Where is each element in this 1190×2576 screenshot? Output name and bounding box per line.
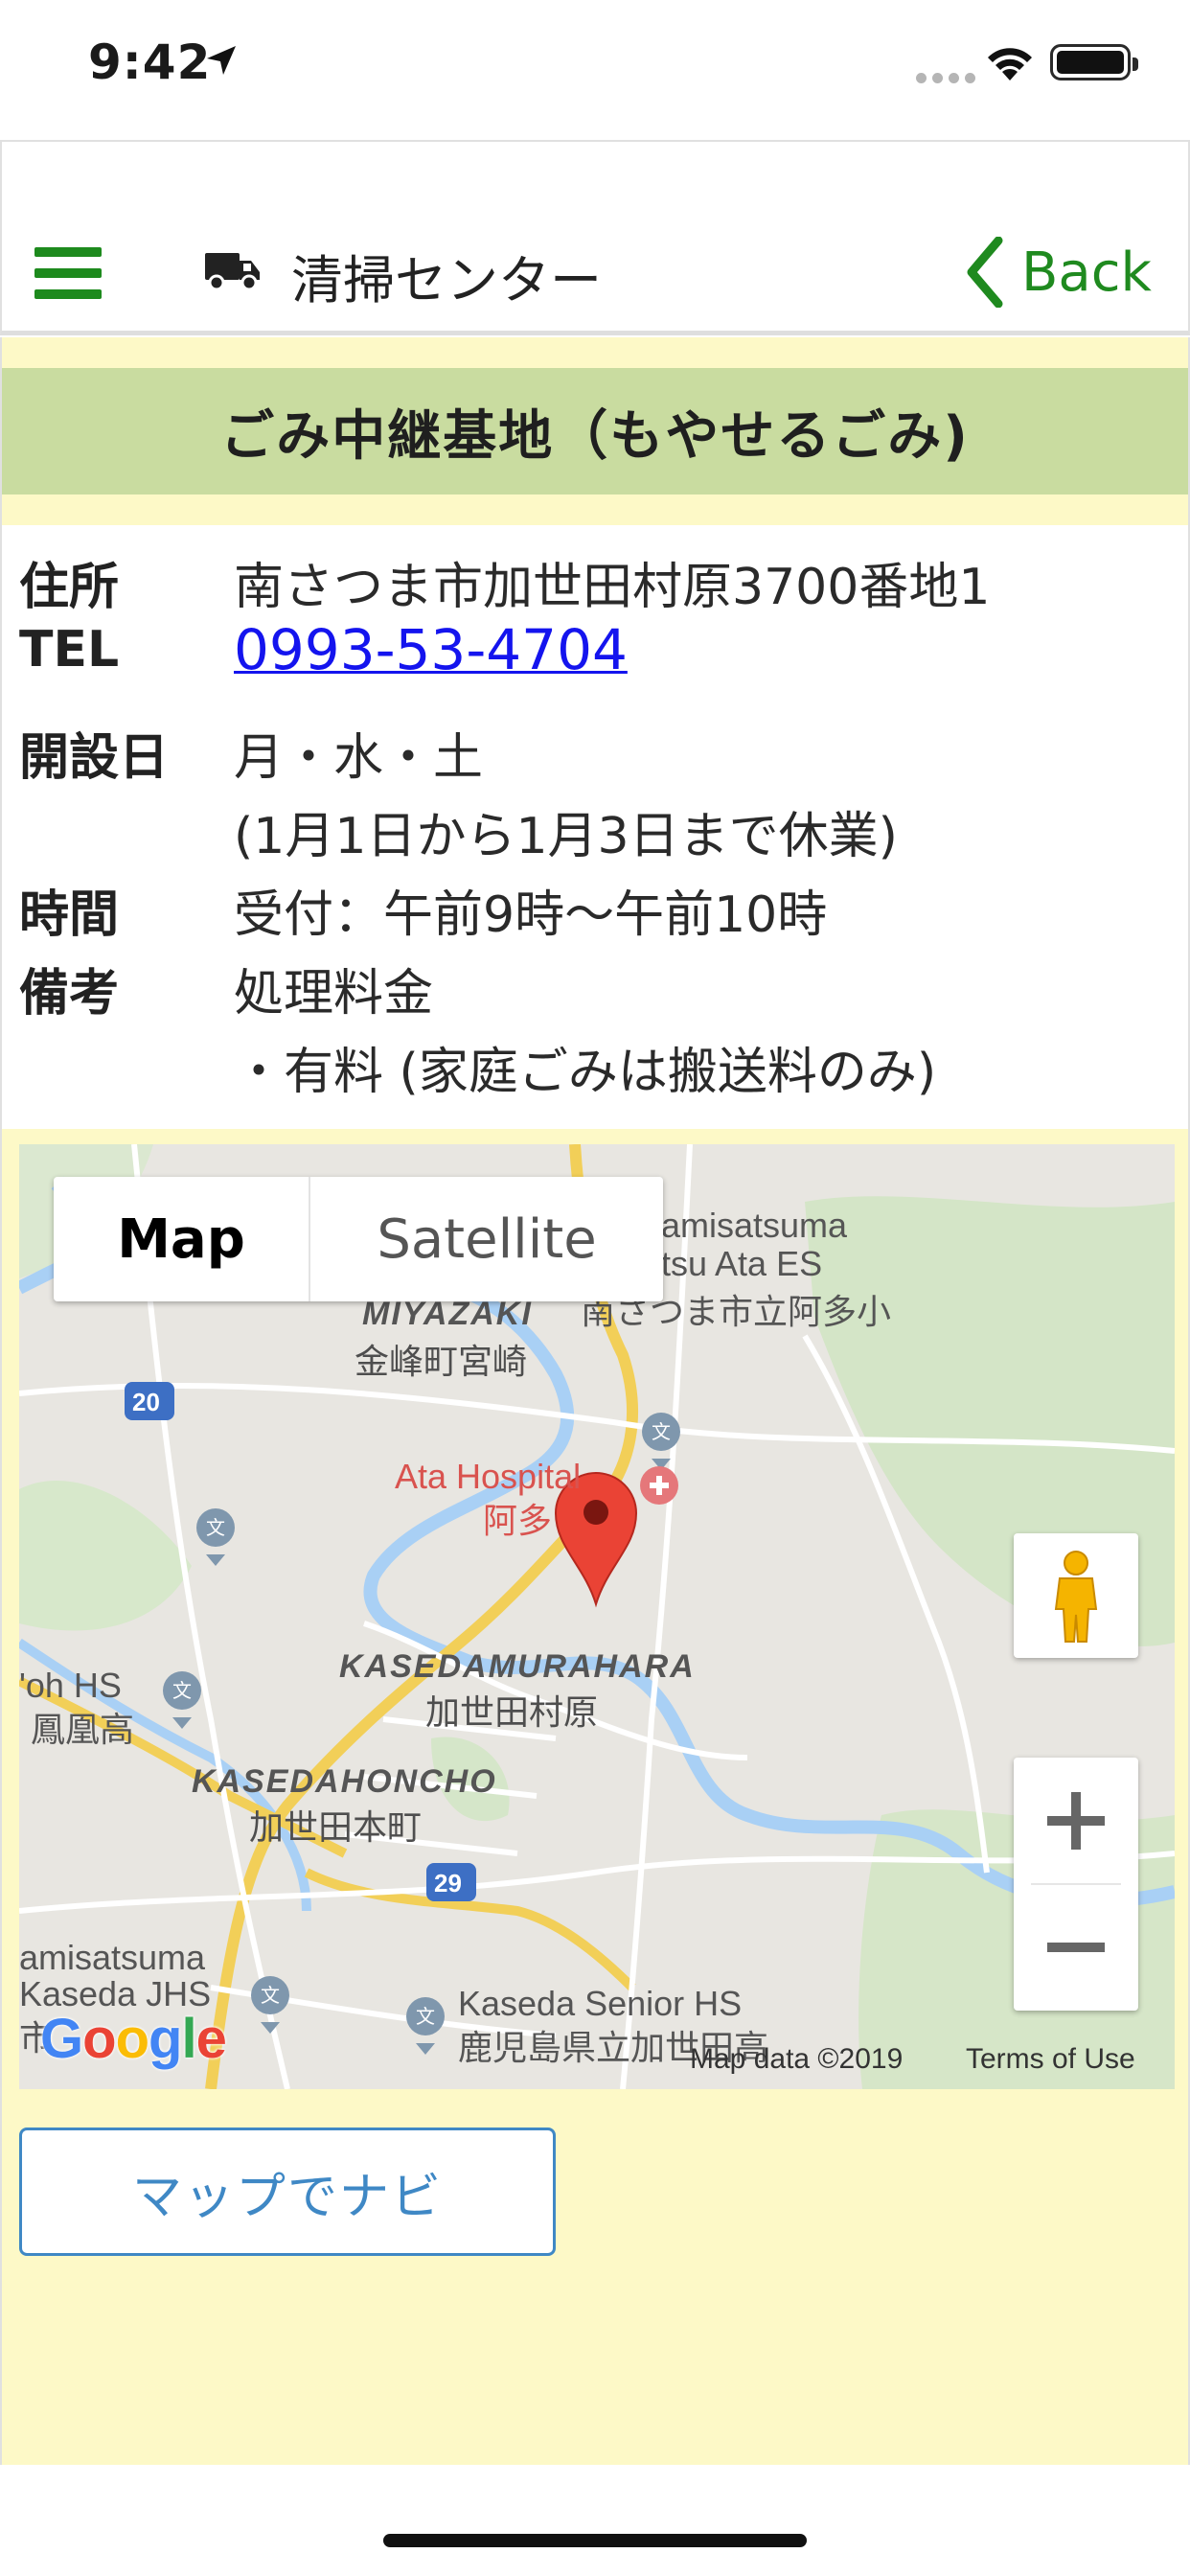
status-bar: 9:42 xyxy=(0,0,1190,134)
svg-text:文: 文 xyxy=(172,1679,192,1702)
navigation-bar: 清掃センター Back xyxy=(0,140,1190,335)
map-label-oh-hs: 'oh HS xyxy=(19,1666,122,1705)
minus-icon xyxy=(1047,1943,1105,1952)
open-days-note: (1月1日から1月3日まで休業) xyxy=(234,808,898,865)
back-button-label: Back xyxy=(1021,241,1152,304)
hours-value: 受付：午前9時～午前10時 xyxy=(234,886,828,944)
route-29-shield: 29 xyxy=(434,1869,462,1898)
remarks-label: 備考 xyxy=(19,965,120,1023)
truck-icon xyxy=(205,253,260,291)
battery-icon xyxy=(1050,44,1138,80)
map-label-ata-es-1: amisatsuma xyxy=(661,1206,848,1245)
map-label-miyazaki-jp: 金峰町宮崎 xyxy=(355,1342,528,1381)
content-area: ごみ中継基地（もやせるごみ) 住所 南さつま市加世田村原3700番地1 TEL … xyxy=(0,337,1190,2465)
svg-text:文: 文 xyxy=(416,2005,435,2028)
remarks-detail: ・有料 (家庭ごみは搬送料のみ) xyxy=(234,1044,937,1101)
address-value: 南さつま市加世田村原3700番地1 xyxy=(234,559,991,616)
map-label-honcho: KASEDAHONCHO xyxy=(192,1763,497,1800)
map-label-jhs-1: amisatsuma xyxy=(19,1938,206,1977)
zoom-out-button[interactable] xyxy=(1014,1884,1138,2011)
pegman-icon xyxy=(1054,1551,1098,1643)
remarks-value: 処理料金 xyxy=(234,965,434,1023)
google-logo: Google xyxy=(40,2008,227,2070)
wifi-icon xyxy=(988,48,1032,80)
map-label-senior-hs: Kaseda Senior HS xyxy=(458,1984,743,2023)
map-type-satellite-button[interactable]: Satellite xyxy=(309,1177,663,1301)
open-days-label: 開設日 xyxy=(19,729,170,787)
open-days-value: 月・水・土 xyxy=(234,729,484,787)
back-button[interactable]: Back xyxy=(966,234,1152,310)
chevron-left-icon xyxy=(967,237,1003,308)
zoom-control xyxy=(1014,1758,1138,2011)
map-label-honcho-jp: 加世田本町 xyxy=(249,1807,423,1847)
street-view-button[interactable] xyxy=(1014,1533,1138,1658)
tel-label: TEL xyxy=(19,621,120,678)
menu-icon[interactable] xyxy=(34,247,102,299)
map-type-map-button[interactable]: Map xyxy=(54,1177,309,1301)
map-type-toggle: Map Satellite xyxy=(54,1177,663,1301)
svg-text:文: 文 xyxy=(261,1984,280,2007)
navigate-map-button[interactable]: マップでナビ xyxy=(19,2128,556,2256)
page-title: 清掃センター xyxy=(291,250,602,310)
svg-text:文: 文 xyxy=(652,1420,671,1443)
map-attribution: Map data ©2019 xyxy=(690,2043,904,2075)
zoom-in-button[interactable] xyxy=(1014,1758,1138,1884)
route-20-shield: 20 xyxy=(132,1388,160,1416)
cellular-signal-icon xyxy=(916,69,981,87)
map-label-murahara: KASEDAMURAHARA xyxy=(339,1648,696,1685)
facility-heading-band: ごみ中継基地（もやせるごみ) xyxy=(2,368,1188,494)
facility-name: ごみ中継基地（もやせるごみ) xyxy=(220,404,970,468)
map-label-ata-es-2: tsu Ata ES xyxy=(661,1244,823,1283)
map-label-hospital: Ata Hospital xyxy=(395,1457,582,1496)
hours-label: 時間 xyxy=(19,886,120,944)
map-terms-link[interactable]: Terms of Use xyxy=(966,2043,1135,2076)
map-label-oh-hs-jp: 鳳凰高 xyxy=(31,1710,135,1749)
map-label-hospital-jp: 阿多 xyxy=(483,1501,553,1540)
map-label-murahara-jp: 加世田村原 xyxy=(425,1692,599,1732)
plus-icon xyxy=(1047,1792,1105,1850)
home-indicator[interactable] xyxy=(383,2534,807,2547)
map-view[interactable]: 文 文 文 文 文 MIYAZAKI 金峰町宮崎 Ata Hospital 阿多… xyxy=(19,1144,1175,2089)
location-arrow-icon xyxy=(207,46,236,75)
address-label: 住所 xyxy=(19,559,120,616)
facility-info: 住所 南さつま市加世田村原3700番地1 TEL 0993-53-4704 開設… xyxy=(2,525,1188,1129)
svg-text:文: 文 xyxy=(206,1516,225,1539)
tel-link[interactable]: 0993-53-4704 xyxy=(234,617,628,682)
status-time: 9:42 xyxy=(88,34,212,90)
